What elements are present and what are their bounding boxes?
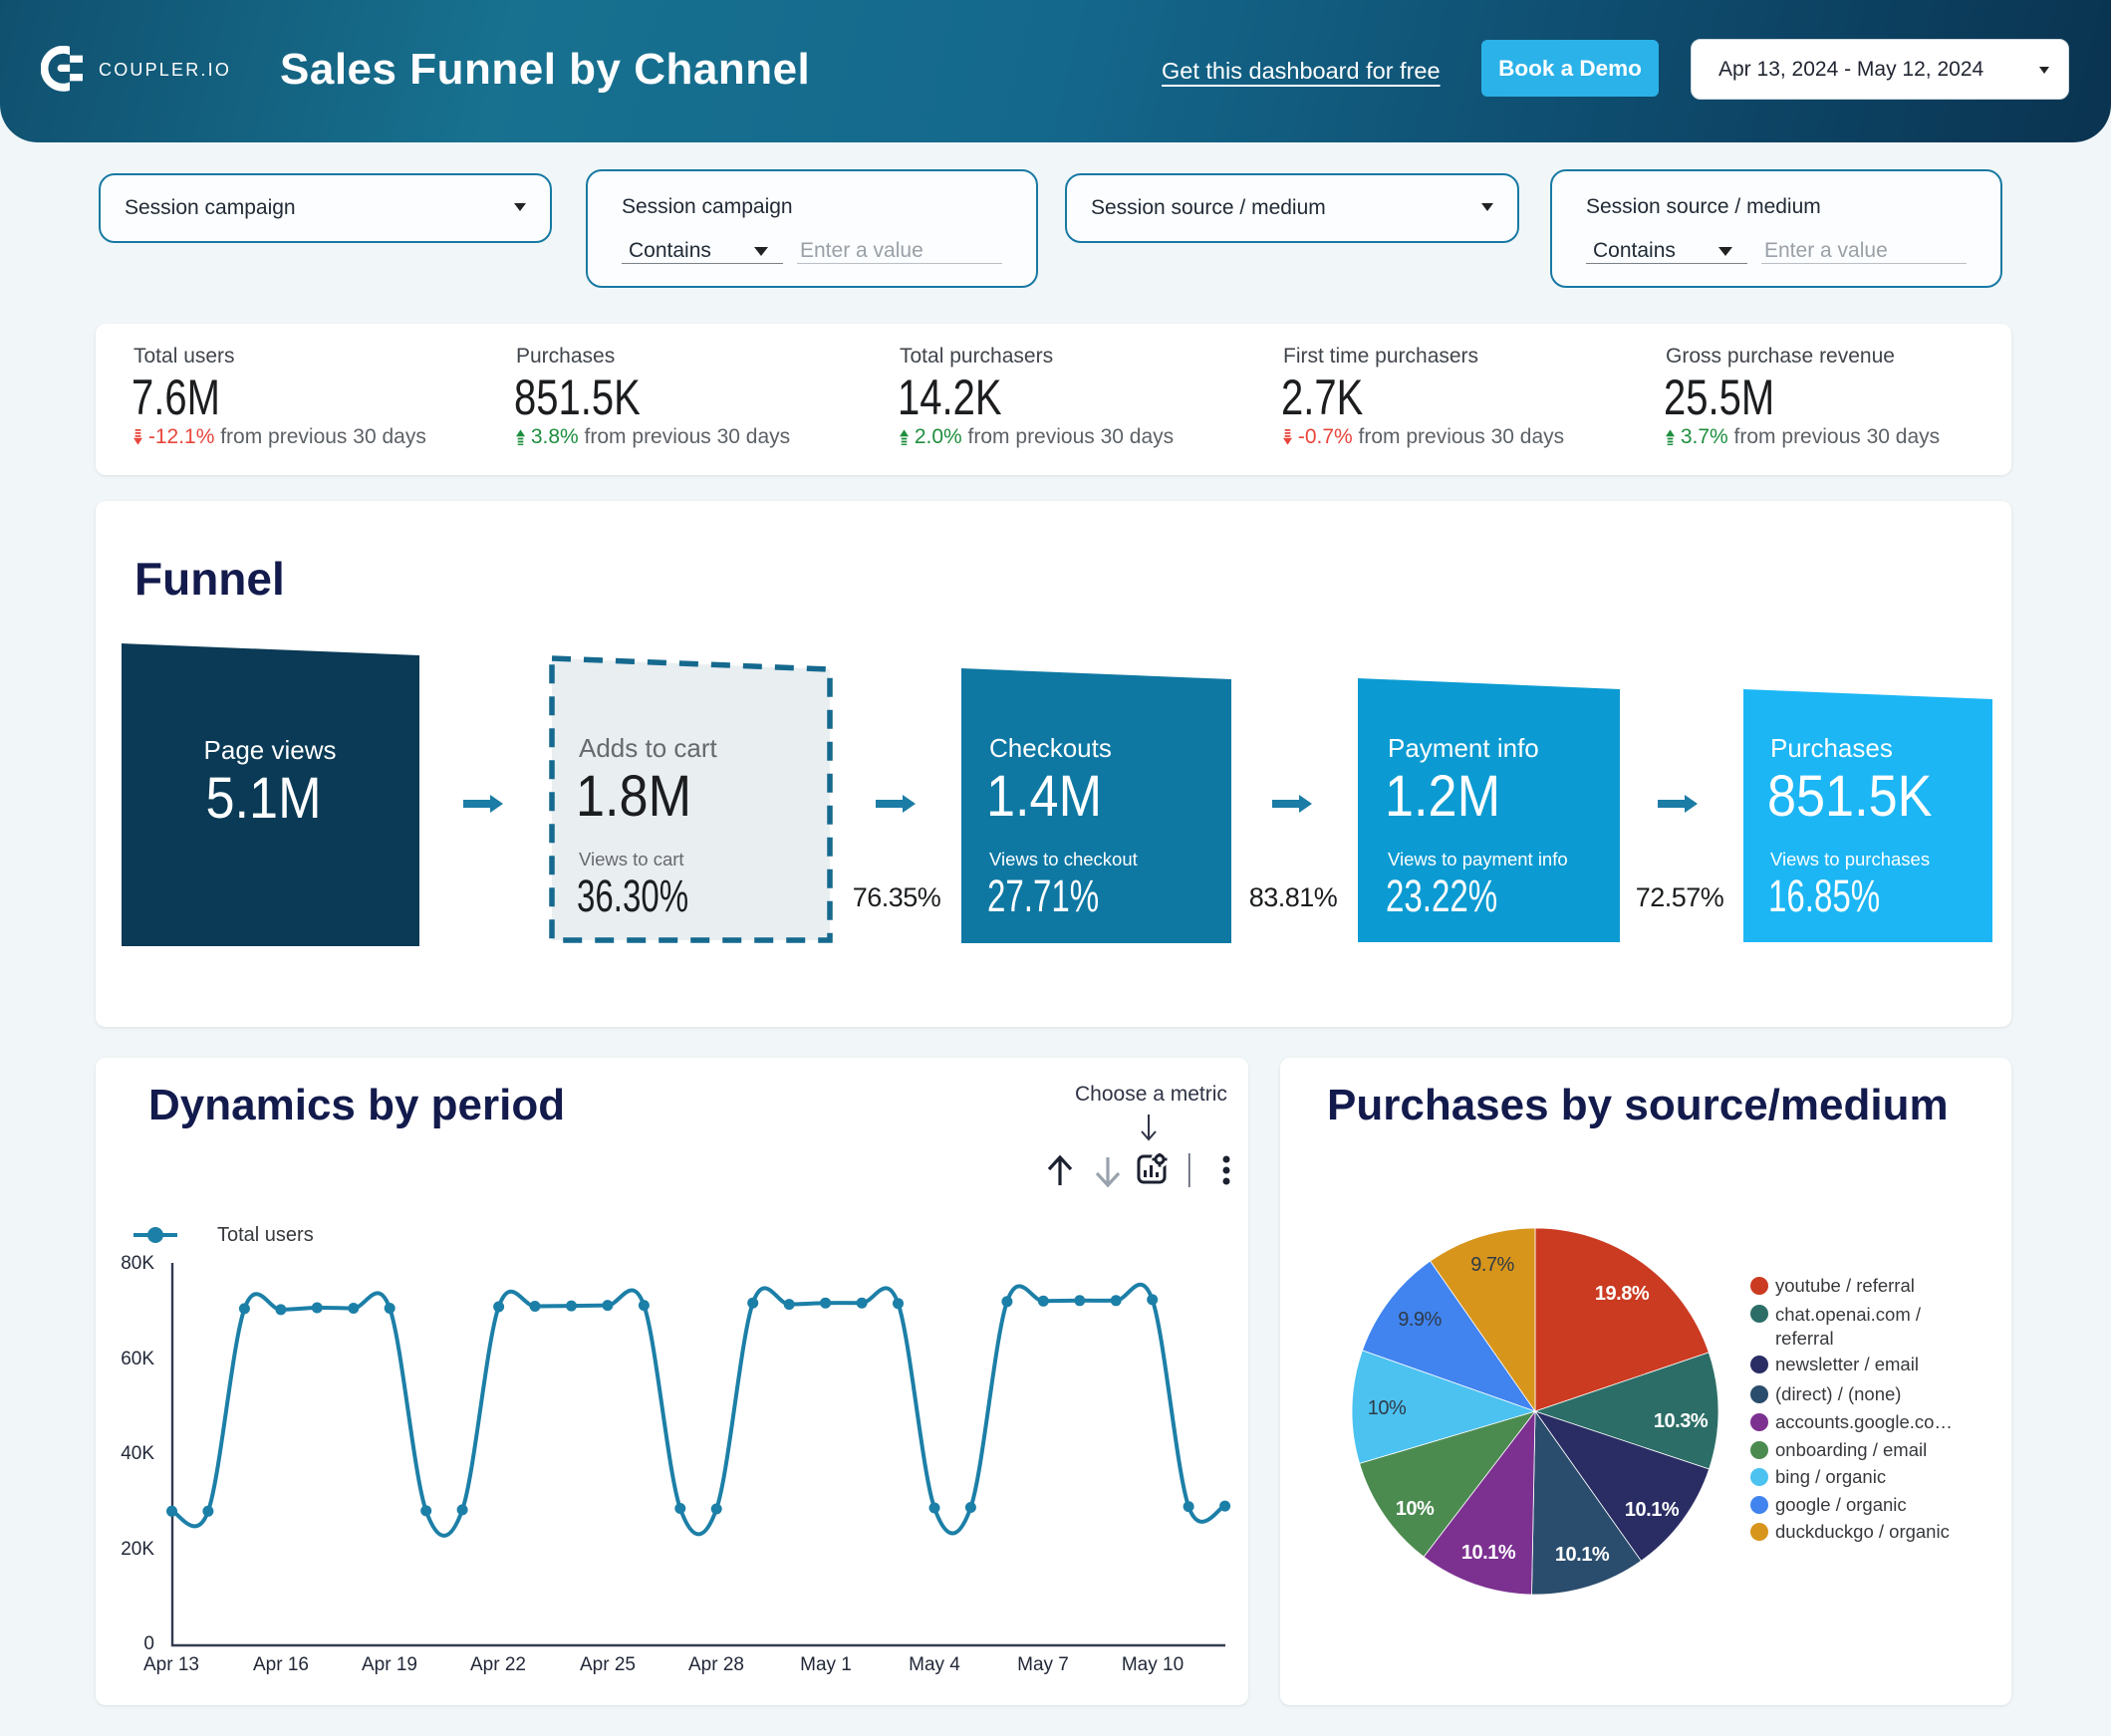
svg-text:9.9%: 9.9% bbox=[1398, 1309, 1442, 1331]
svg-text:19.8%: 19.8% bbox=[1595, 1283, 1650, 1305]
svg-text:10.1%: 10.1% bbox=[1625, 1499, 1680, 1521]
svg-text:10%: 10% bbox=[1368, 1397, 1407, 1419]
svg-text:10.3%: 10.3% bbox=[1654, 1410, 1709, 1432]
svg-text:9.7%: 9.7% bbox=[1470, 1254, 1514, 1276]
svg-text:10.1%: 10.1% bbox=[1461, 1542, 1516, 1564]
svg-text:10%: 10% bbox=[1396, 1498, 1435, 1520]
svg-text:10.1%: 10.1% bbox=[1555, 1544, 1610, 1566]
